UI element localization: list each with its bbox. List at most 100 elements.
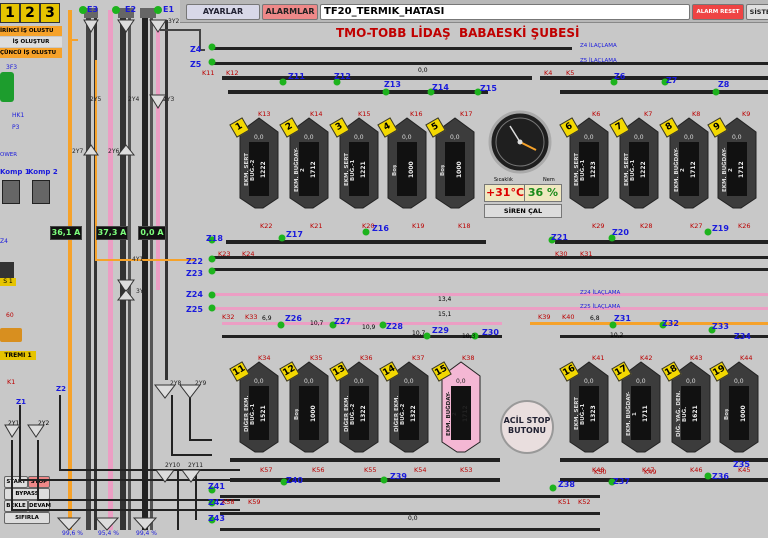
zone-label: Z18	[206, 234, 223, 243]
percent-3: 99,4 %	[136, 530, 157, 537]
valve-label: 2Y7	[72, 148, 84, 155]
upper-silo-code: 1221	[360, 161, 367, 179]
zone-label: Z38	[558, 480, 575, 489]
contactor-label: K30	[555, 250, 568, 258]
hum-value: 36 %	[524, 184, 562, 202]
contactor-label: K8	[692, 110, 701, 118]
contactor-label: K41	[592, 354, 605, 362]
valve-label: 2Y5	[90, 96, 102, 103]
contactor-label: K4	[544, 69, 553, 77]
lower-silo-code: 1711	[642, 405, 649, 423]
upper-silo-code: 1000	[408, 161, 415, 179]
zone-label: Z19	[712, 224, 729, 233]
siren-button[interactable]: SİREN ÇAL	[484, 204, 562, 218]
zone-label: Z21	[551, 233, 568, 242]
temp-label: Sıcaklık	[494, 177, 513, 183]
contactor-label: K35	[310, 354, 323, 362]
upper-silo-code: 1712	[690, 161, 697, 179]
upper-silo-code: 1222	[260, 161, 267, 179]
contactor-label: K57	[260, 466, 273, 474]
lower-silo-code: 1000	[310, 405, 317, 423]
contactor-label: K59	[248, 498, 261, 506]
upper-silo-code: 1223	[590, 161, 597, 179]
upper-silo-code: 1712	[738, 161, 745, 179]
contactor-label: K56	[312, 466, 325, 474]
lower-silo-code: 1621	[692, 405, 699, 423]
emergency-label-2: BUTONU	[507, 426, 547, 435]
valve-label: 2Y8	[170, 380, 182, 387]
contactor-label: K36	[360, 354, 373, 362]
lower-silo-level: 0,0	[304, 378, 314, 385]
contactor-label: K13	[258, 110, 271, 118]
percent-1: 99,6 %	[62, 530, 83, 537]
zone-label: Z25	[186, 305, 203, 314]
hum-label: Nem	[543, 177, 555, 183]
contactor-label: K33	[245, 313, 258, 321]
bus-value-s40: 6,8	[590, 315, 600, 322]
zone-label: Z37	[613, 477, 630, 486]
zone-label: Z26	[285, 314, 302, 323]
contactor-label: K42	[640, 354, 653, 362]
contactor-label: K7	[644, 110, 653, 118]
contactor-label: K9	[742, 110, 751, 118]
percent-2: 95,4 %	[98, 530, 119, 537]
lower-silo-level: 0,0	[636, 378, 646, 385]
lower-silo-level: 0,0	[686, 378, 696, 385]
zone-label: Z13	[384, 80, 401, 89]
label-z24-ilaclama: Z24 İLAÇLAMA	[580, 290, 621, 296]
zone-label: Z41	[208, 482, 225, 491]
current-meter-3: 0,0 A	[138, 226, 166, 240]
contactor-label: K31	[580, 250, 593, 258]
zone-label: Z4	[190, 45, 202, 54]
bus-value-s33: 10,7	[310, 320, 324, 327]
contactor-label: K34	[258, 354, 271, 362]
contactor-label: K24	[242, 250, 255, 258]
contactor-label: K28	[640, 222, 653, 230]
contactor-label: K58	[222, 498, 235, 506]
elevator-label-e1: E1	[163, 5, 175, 14]
zone-label: Z12	[334, 72, 351, 81]
zone-label: Z30	[482, 328, 499, 337]
valve-label: 4Y1	[132, 256, 144, 263]
contactor-label: K46	[690, 466, 703, 474]
upper-silo-level: 0,0	[684, 134, 694, 141]
lower-silo-code: 1521	[260, 405, 267, 423]
zone-label: Z11	[288, 72, 305, 81]
contactor-label: K12	[226, 69, 239, 77]
contactor-label: K50	[594, 468, 607, 476]
contactor-label: K16	[410, 110, 423, 118]
contactor-label: K51	[558, 498, 571, 506]
contactor-label: K45	[738, 466, 751, 474]
contactor-label: K18	[458, 222, 471, 230]
label-z25-ilaclama: Z25 İLAÇLAMA	[580, 304, 621, 310]
lower-silo-code: 1323	[590, 405, 597, 423]
contactor-label: K55	[364, 466, 377, 474]
zone-label: Z34	[734, 332, 751, 341]
valve-label: 2Y9	[195, 380, 207, 387]
current-meter-2: 37,3 A	[96, 226, 128, 240]
lower-silo-level: 0,0	[254, 378, 264, 385]
zone-label: Z20	[612, 228, 629, 237]
zone-label: Z40	[286, 476, 303, 485]
bus-value-s41: 10,2	[610, 332, 624, 339]
elevator-label-e3: E3	[87, 5, 99, 14]
label-z4-ilaclama: Z4 İLAÇLAMA	[580, 43, 617, 49]
lower-silo-level: 0,0	[456, 378, 466, 385]
upper-conveyors	[212, 47, 768, 531]
bus-value-mid-1: 13,4	[438, 296, 452, 303]
elevator-label-e2: E2	[125, 5, 137, 14]
valve-label: 2Y3	[163, 96, 175, 103]
lower-silo-level: 0,0	[404, 378, 414, 385]
bus-value-s35: 10,7	[412, 330, 426, 337]
lower-silo-code: 1712	[462, 405, 469, 423]
zone-label: Z15	[480, 84, 497, 93]
contactor-label: K52	[578, 498, 591, 506]
zone-label: Z17	[286, 230, 303, 239]
current-meter-1: 36,1 A	[50, 226, 82, 240]
bus-value-bottom: 0,0	[408, 515, 418, 522]
zone-label: Z33	[712, 322, 729, 331]
valve-label: 2Y11	[188, 462, 204, 469]
valve-label: 2Y10	[165, 462, 181, 469]
contactor-label: K11	[202, 69, 215, 77]
bus-value-s32: 6,9	[262, 315, 272, 322]
